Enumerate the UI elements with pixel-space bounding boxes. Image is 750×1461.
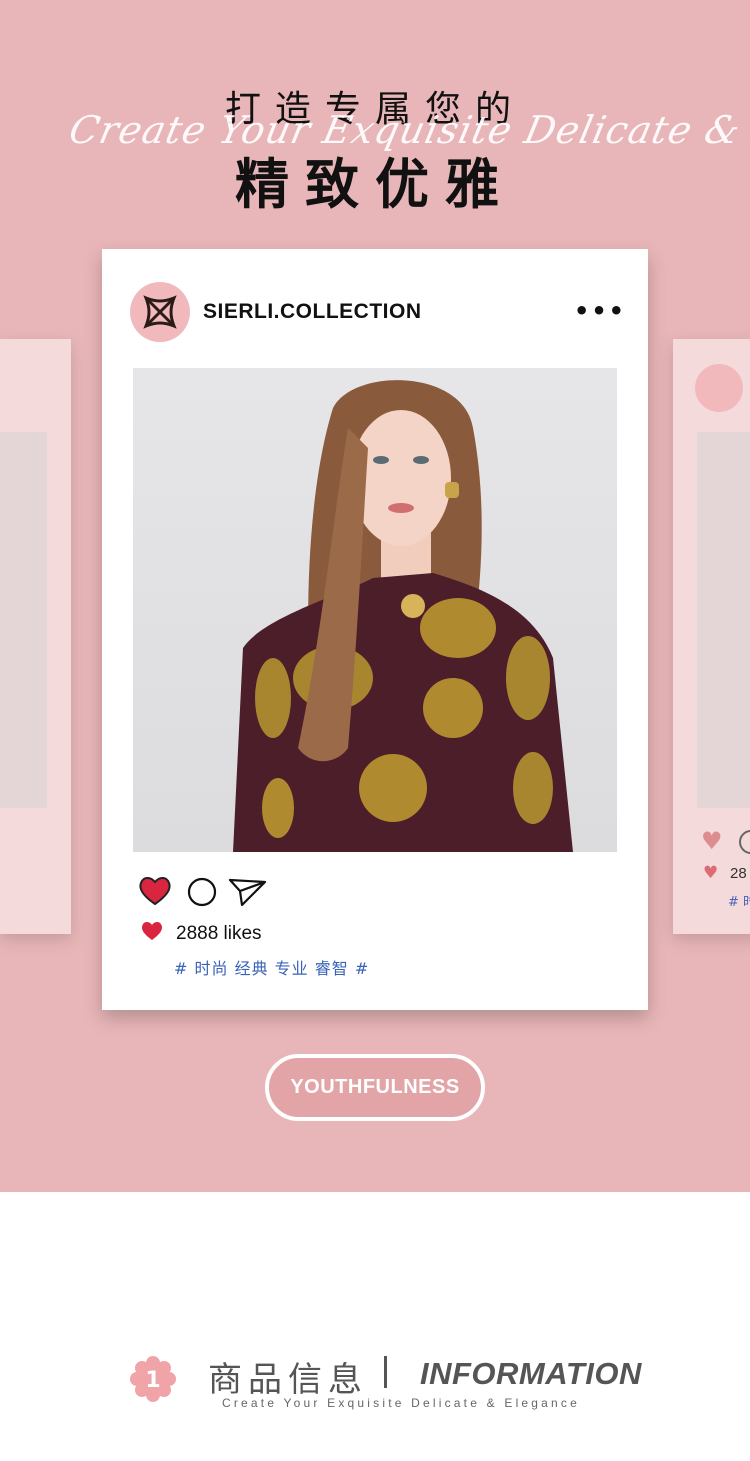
- more-dots-icon[interactable]: •••: [574, 299, 626, 323]
- side-post-comment-icon: [739, 830, 750, 854]
- side-post-avatar: [695, 364, 743, 412]
- side-post-image-left: [0, 432, 47, 808]
- side-post-like-icon: ♥: [701, 827, 723, 855]
- likes-count: 2888 likes: [176, 923, 262, 944]
- side-post-card-right[interactable]: ♥ ♥ 28 # 时: [673, 339, 750, 934]
- post-photo[interactable]: [133, 368, 617, 852]
- section-number: 1: [145, 1368, 160, 1393]
- side-post-card-left[interactable]: [0, 339, 71, 934]
- brand-logo-icon: [143, 295, 177, 329]
- likes-heart-icon: [141, 922, 163, 940]
- comment-icon[interactable]: [187, 877, 217, 907]
- hero-title-main: 精致优雅: [235, 153, 515, 216]
- side-post-image-right: [697, 432, 750, 808]
- side-post-heart-icon: ♥: [703, 863, 719, 883]
- youthfulness-badge[interactable]: YOUTHFULNESS: [265, 1054, 485, 1121]
- post-card: SIERLI.COLLECTION ••• 2888 likes # 时尚 经典…: [102, 249, 648, 1010]
- model-photo-illustration: [233, 380, 573, 852]
- side-post-likes: 28: [730, 865, 747, 882]
- side-post-tags: # 时: [728, 895, 750, 910]
- section-title-en: INFORMATION: [420, 1356, 642, 1391]
- flower-number-icon: 1: [130, 1356, 176, 1402]
- brand-logo-avatar[interactable]: [130, 282, 190, 342]
- post-hashtags[interactable]: # 时尚 经典 专业 睿智 #: [174, 955, 369, 979]
- section-subtitle: Create Your Exquisite Delicate & Eleganc…: [222, 1396, 581, 1410]
- account-name[interactable]: SIERLI.COLLECTION: [203, 300, 422, 324]
- section-title-cn: 商品信息: [208, 1360, 368, 1400]
- section-divider: [384, 1356, 387, 1388]
- hero-banner: 打造专属您的 Create Your Exquisite Delicate & …: [0, 0, 750, 1192]
- share-send-icon[interactable]: [228, 877, 268, 907]
- like-heart-icon[interactable]: [138, 875, 172, 907]
